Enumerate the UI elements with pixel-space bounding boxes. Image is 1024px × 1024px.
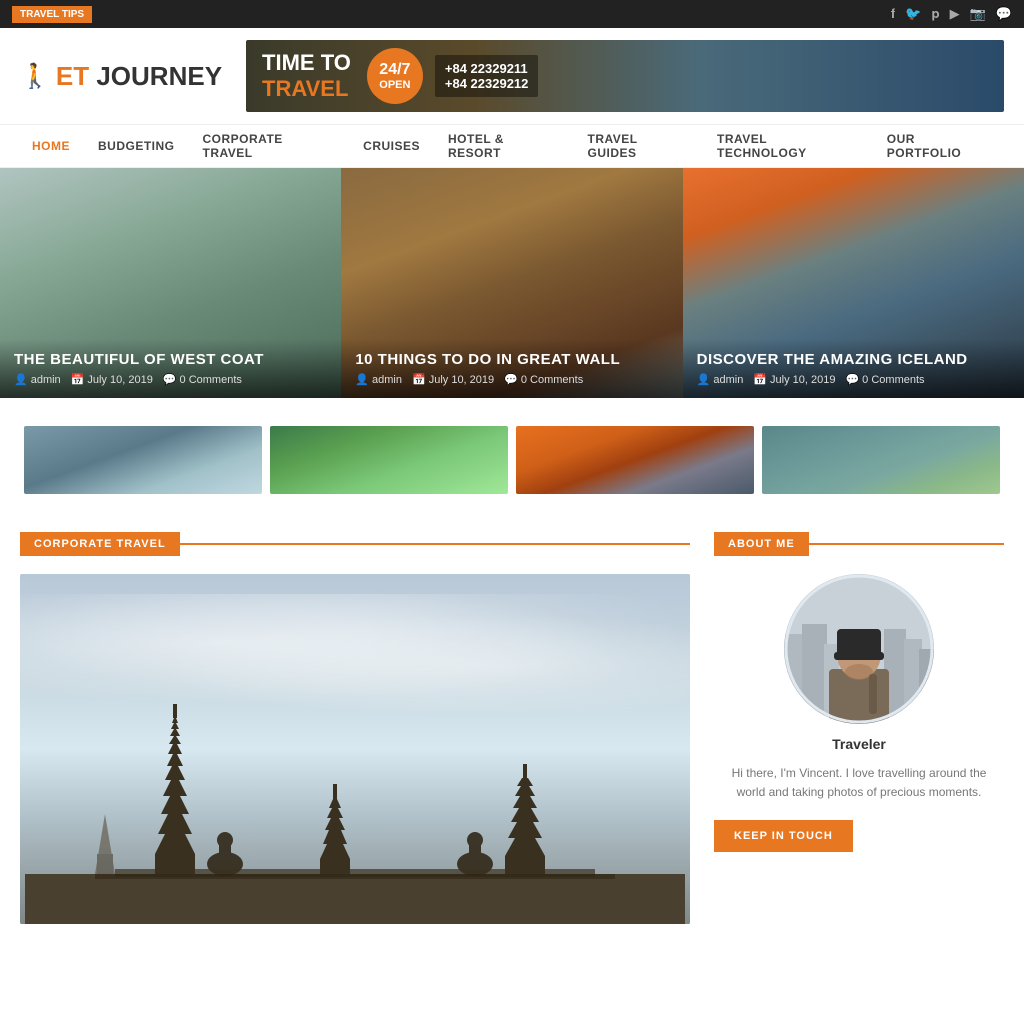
hero-comments-1: 💬 0 Comments — [163, 373, 242, 386]
thumb-3[interactable] — [516, 426, 754, 494]
skype-icon[interactable]: 💬 — [996, 6, 1012, 22]
logo[interactable]: 🚶 ET JOURNEY — [20, 61, 222, 92]
thumb-bg-4 — [762, 426, 1000, 494]
facebook-icon[interactable]: 𝐟 — [891, 6, 895, 22]
logo-text: ET JOURNEY — [56, 61, 222, 92]
social-icons: 𝐟 🐦 𝐩 ▶ 📷 💬 — [891, 6, 1012, 22]
hero-overlay-2: 10 THINGS TO DO IN GREAT WALL 👤 admin 📅 … — [341, 339, 682, 398]
hero-section: THE BEAUTIFUL OF WEST COAT 👤 admin 📅 Jul… — [0, 168, 1024, 398]
hero-date-1: 📅 July 10, 2019 — [71, 373, 153, 386]
banner-phone: +84 22329211 +84 22329212 — [435, 55, 539, 97]
temple-svg — [20, 574, 690, 924]
hero-meta-1: 👤 admin 📅 July 10, 2019 💬 0 Comments — [14, 373, 327, 386]
about-me-label: ABOUT ME — [714, 532, 809, 556]
content-right: ABOUT ME — [714, 532, 1004, 924]
main-nav: HOME BUDGETING CORPORATE TRAVEL CRUISES … — [0, 124, 1024, 168]
hero-overlay-3: DISCOVER THE AMAZING ICELAND 👤 admin 📅 J… — [683, 339, 1024, 398]
corporate-travel-header: CORPORATE TRAVEL — [20, 532, 690, 556]
thumb-bg-2 — [270, 426, 508, 494]
thumb-1[interactable] — [24, 426, 262, 494]
keep-in-touch-button[interactable]: KEEP IN TOUCH — [714, 820, 853, 852]
hero-date-2: 📅 July 10, 2019 — [412, 373, 494, 386]
about-line — [809, 543, 1004, 545]
nav-travel-technology[interactable]: TRAVEL TECHNOLOGY — [705, 124, 871, 168]
hero-item-1[interactable]: THE BEAUTIFUL OF WEST COAT 👤 admin 📅 Jul… — [0, 168, 341, 398]
hero-date-3: 📅 July 10, 2019 — [753, 373, 835, 386]
nav-budgeting[interactable]: BUDGETING — [86, 124, 187, 168]
top-bar: TRAVEL TIPS 𝐟 🐦 𝐩 ▶ 📷 💬 — [0, 0, 1024, 28]
nav-hotel-resort[interactable]: HOTEL & RESORT — [436, 124, 571, 168]
nav-corporate-travel[interactable]: CORPORATE TRAVEL — [191, 124, 348, 168]
thumb-4[interactable] — [762, 426, 1000, 494]
logo-icon: 🚶 — [20, 62, 50, 91]
traveler-name: Traveler — [714, 736, 1004, 752]
pinterest-icon[interactable]: 𝐩 — [932, 6, 940, 22]
corporate-travel-line — [180, 543, 690, 545]
avatar-svg — [784, 574, 934, 724]
hero-item-3[interactable]: DISCOVER THE AMAZING ICELAND 👤 admin 📅 J… — [683, 168, 1024, 398]
hero-author-1: 👤 admin — [14, 373, 61, 386]
banner-open-badge: 24/7 OPEN — [367, 48, 423, 104]
about-me-header: ABOUT ME — [714, 532, 1004, 556]
hero-author-2: 👤 admin — [355, 373, 402, 386]
hero-meta-2: 👤 admin 📅 July 10, 2019 💬 0 Comments — [355, 373, 668, 386]
nav-home[interactable]: HOME — [20, 124, 82, 168]
nav-our-portfolio[interactable]: OUR PORTFOLIO — [875, 124, 1004, 168]
instagram-icon[interactable]: 📷 — [970, 6, 986, 22]
content-left: CORPORATE TRAVEL — [20, 532, 690, 924]
banner: TIME TO TRAVEL 24/7 OPEN +84 22329211 +8… — [246, 40, 1004, 112]
about-bio: Hi there, I'm Vincent. I love travelling… — [714, 764, 1004, 802]
banner-text: TIME TO TRAVEL — [262, 50, 351, 102]
youtube-icon[interactable]: ▶ — [950, 6, 960, 22]
main-content: CORPORATE TRAVEL — [0, 522, 1024, 944]
hero-overlay-1: THE BEAUTIFUL OF WEST COAT 👤 admin 📅 Jul… — [0, 339, 341, 398]
top-bar-tag: TRAVEL TIPS — [12, 6, 92, 23]
avatar-container — [714, 574, 1004, 724]
thumb-bg-3 — [516, 426, 754, 494]
hero-title-1: THE BEAUTIFUL OF WEST COAT — [14, 351, 327, 368]
avatar — [784, 574, 934, 724]
hero-title-2: 10 THINGS TO DO IN GREAT WALL — [355, 351, 668, 368]
hero-item-2[interactable]: 10 THINGS TO DO IN GREAT WALL 👤 admin 📅 … — [341, 168, 682, 398]
nav-travel-guides[interactable]: TRAVEL GUIDES — [575, 124, 701, 168]
header: 🚶 ET JOURNEY TIME TO TRAVEL 24/7 OPEN +8… — [0, 28, 1024, 124]
hero-comments-3: 💬 0 Comments — [845, 373, 924, 386]
thumbnail-strip — [20, 426, 1004, 494]
hero-meta-3: 👤 admin 📅 July 10, 2019 💬 0 Comments — [697, 373, 1010, 386]
nav-cruises[interactable]: CRUISES — [351, 124, 432, 168]
corporate-travel-label: CORPORATE TRAVEL — [20, 532, 180, 556]
featured-image[interactable] — [20, 574, 690, 924]
hero-title-3: DISCOVER THE AMAZING ICELAND — [697, 351, 1010, 368]
hero-comments-2: 💬 0 Comments — [504, 373, 583, 386]
thumb-2[interactable] — [270, 426, 508, 494]
thumb-bg-1 — [24, 426, 262, 494]
twitter-icon[interactable]: 🐦 — [905, 6, 921, 22]
hero-author-3: 👤 admin — [697, 373, 744, 386]
